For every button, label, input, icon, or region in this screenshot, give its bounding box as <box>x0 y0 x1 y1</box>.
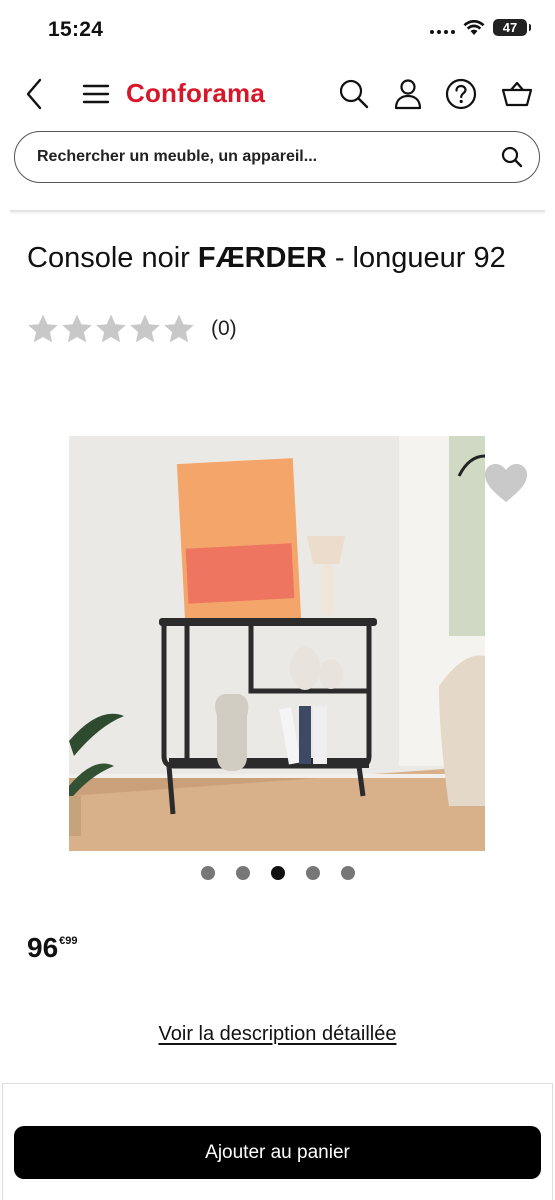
title-suffix: - longueur 92 <box>326 242 506 274</box>
carousel-dot[interactable] <box>270 866 285 880</box>
search-icon[interactable] <box>334 60 374 128</box>
product-title: Console noir FÆRDER - longueur 92 <box>27 240 527 276</box>
star-icon <box>62 314 92 343</box>
menu-icon[interactable] <box>78 60 114 128</box>
detailed-description-link[interactable]: Voir la description détaillée <box>0 1023 555 1046</box>
title-prefix: Console noir <box>27 242 198 274</box>
star-icon <box>96 314 126 343</box>
header-divider <box>10 210 545 212</box>
price-cents: €99 <box>59 935 78 947</box>
add-to-cart-button[interactable]: Ajouter au panier <box>14 1126 541 1179</box>
search-input[interactable] <box>15 132 485 182</box>
status-bar: 15:24 47 <box>0 0 555 60</box>
search-bar <box>14 131 540 183</box>
battery-level: 47 <box>502 20 518 35</box>
star-icon <box>28 314 58 343</box>
price-integer: 96 <box>27 932 59 963</box>
account-icon[interactable] <box>388 60 428 128</box>
carousel-dot[interactable] <box>235 866 250 880</box>
image-carousel-dots <box>0 866 555 880</box>
star-icon <box>164 314 194 343</box>
product-price: 96 €99 <box>27 932 78 964</box>
wifi-icon <box>463 19 485 35</box>
favorite-heart-icon[interactable] <box>483 462 529 504</box>
status-icons: 47 <box>430 19 531 36</box>
carousel-dot[interactable] <box>305 866 320 880</box>
rating-stars <box>27 313 195 345</box>
cellular-signal-icon <box>430 22 455 34</box>
title-brand: FÆRDER <box>197 242 327 274</box>
product-image[interactable] <box>69 436 485 851</box>
carousel-dot[interactable] <box>200 866 215 880</box>
product-rating[interactable]: (0) <box>27 313 237 345</box>
battery-icon: 47 <box>493 19 531 36</box>
search-submit-icon[interactable] <box>485 132 539 182</box>
review-count: (0) <box>211 317 237 340</box>
conforama-logo[interactable]: Conforama <box>126 78 265 109</box>
help-icon[interactable] <box>441 60 481 128</box>
header: Conforama <box>0 60 555 128</box>
basket-icon[interactable] <box>497 60 537 128</box>
back-icon[interactable] <box>16 60 52 128</box>
carousel-dot[interactable] <box>340 866 355 880</box>
product-photo <box>69 436 485 851</box>
star-icon <box>130 314 160 343</box>
status-time: 15:24 <box>48 18 104 41</box>
